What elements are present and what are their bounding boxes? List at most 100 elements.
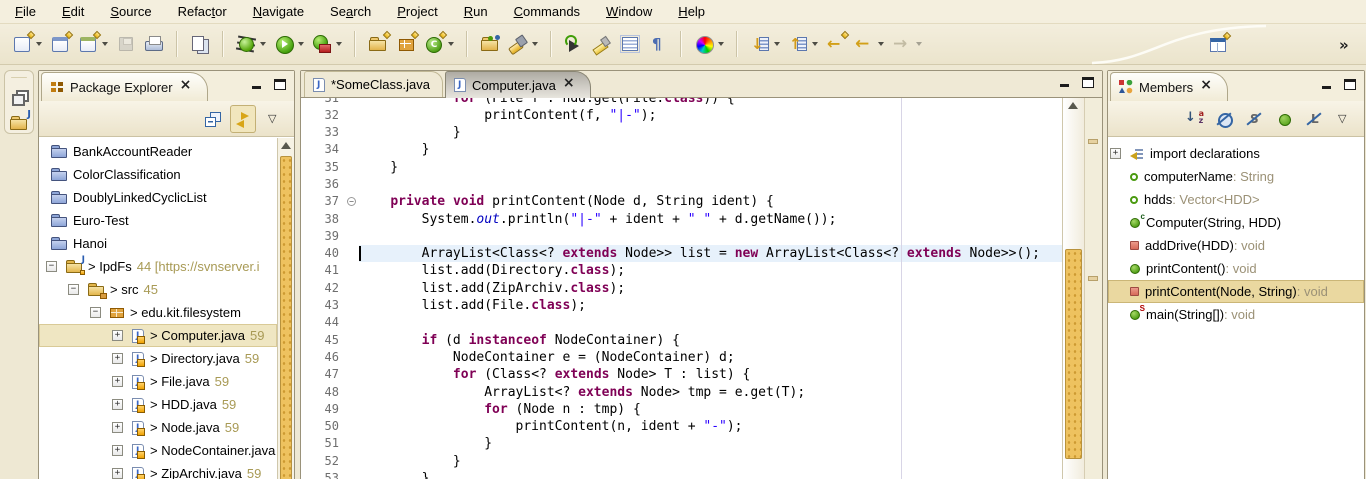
code-line[interactable]: 31 for (File f : hdd.get(File.class)) {: [301, 98, 1062, 107]
minimize-icon[interactable]: [1321, 79, 1333, 90]
sort-button[interactable]: az: [1182, 105, 1206, 133]
menu-window[interactable]: Window: [593, 1, 665, 22]
java-browsing-button[interactable]: J: [5, 113, 33, 133]
code-line[interactable]: 41 list.add(Directory.class);: [301, 262, 1062, 279]
member-item-adddrive-hdd[interactable]: addDrive(HDD) : void: [1108, 234, 1364, 257]
open-type-button[interactable]: [476, 30, 504, 58]
member-item-main-string[interactable]: Smain(String[]) : void: [1108, 303, 1364, 326]
new-view-button[interactable]: [74, 30, 112, 58]
link-with-editor-button[interactable]: [230, 105, 256, 133]
tree-item-file-java[interactable]: +> File.java59: [39, 370, 277, 393]
menu-search[interactable]: Search: [317, 1, 384, 22]
run-last-tool-button[interactable]: [560, 30, 588, 58]
menu-edit[interactable]: Edit: [49, 1, 97, 22]
close-icon[interactable]: [562, 79, 574, 91]
back-button[interactable]: [850, 30, 888, 58]
menu-run[interactable]: Run: [451, 1, 501, 22]
color-palette-button[interactable]: [690, 30, 728, 58]
code-line[interactable]: 44: [301, 314, 1062, 331]
expander-icon[interactable]: −: [68, 284, 79, 295]
debug-button[interactable]: [232, 30, 270, 58]
code-line[interactable]: 39: [301, 228, 1062, 245]
code-line[interactable]: 47 for (Class<? extends Node> T : list) …: [301, 366, 1062, 383]
tree-item-euro-test[interactable]: Euro-Test: [39, 209, 277, 232]
code-line[interactable]: 34 }: [301, 141, 1062, 158]
menu-project[interactable]: Project: [384, 1, 450, 22]
mark-occurrences-button[interactable]: [588, 30, 616, 58]
expander-icon[interactable]: −: [90, 307, 101, 318]
menu-navigate[interactable]: Navigate: [240, 1, 317, 22]
tree-item-directory-java[interactable]: +> Directory.java59: [39, 347, 277, 370]
view-menu-button[interactable]: [1332, 105, 1356, 133]
show-whitespace-button[interactable]: [644, 30, 672, 58]
expander-icon[interactable]: +: [112, 330, 123, 341]
editor-scrollbar[interactable]: [1062, 98, 1084, 479]
save-button[interactable]: [112, 30, 140, 58]
open-perspective-button[interactable]: [1204, 31, 1232, 59]
member-item-hdds[interactable]: hdds : Vector<HDD>: [1108, 188, 1364, 211]
expander-icon[interactable]: +: [112, 353, 123, 364]
code-line[interactable]: 51 }: [301, 435, 1062, 452]
tab-someclass-java[interactable]: *SomeClass.java: [304, 71, 443, 97]
code-line[interactable]: 42 list.add(ZipArchiv.class);: [301, 280, 1062, 297]
tree-item-ipdfs[interactable]: −J> IpdFs44 [https://svnserver.i: [39, 255, 277, 278]
expander-icon[interactable]: −: [46, 261, 57, 272]
tree-item-doublylinkedcycliclist[interactable]: DoublyLinkedCyclicList: [39, 186, 277, 209]
external-tools-button[interactable]: [308, 30, 346, 58]
tree-item-colorclassification[interactable]: ColorClassification: [39, 163, 277, 186]
tree-item-hanoi[interactable]: Hanoi: [39, 232, 277, 255]
hide-fields-button[interactable]: [1212, 105, 1236, 133]
maximize-icon[interactable]: [274, 79, 286, 90]
code-line[interactable]: 53 }: [301, 470, 1062, 479]
code-line[interactable]: 33 }: [301, 124, 1062, 141]
maximize-icon[interactable]: [1344, 79, 1356, 90]
overview-ruler-mark[interactable]: [1088, 276, 1098, 281]
new-java-project-button[interactable]: [364, 30, 392, 58]
scroll-up-icon[interactable]: [1068, 102, 1078, 109]
overview-ruler-mark[interactable]: [1088, 139, 1098, 144]
expander-icon[interactable]: +: [112, 376, 123, 387]
code-line[interactable]: 48 ArrayList<? extends Node> tmp = e.get…: [301, 384, 1062, 401]
show-selected-element-only-button[interactable]: [616, 30, 644, 58]
code-line[interactable]: 32 printContent(f, "|-");: [301, 107, 1062, 124]
last-edit-location-button[interactable]: [822, 30, 850, 58]
forward-button[interactable]: [888, 30, 926, 58]
hide-non-public-button[interactable]: [1272, 105, 1296, 133]
new-wizard-button[interactable]: [8, 30, 46, 58]
search-button[interactable]: [504, 30, 542, 58]
expander-icon[interactable]: +: [112, 445, 123, 456]
menu-help[interactable]: Help: [665, 1, 718, 22]
code-line[interactable]: 50 printContent(n, ident + "-");: [301, 418, 1062, 435]
code-line[interactable]: 43 list.add(File.class);: [301, 297, 1062, 314]
member-item-computer-string-hdd[interactable]: cComputer(String, HDD): [1108, 211, 1364, 234]
close-icon[interactable]: [179, 81, 191, 93]
new-window-button[interactable]: [46, 30, 74, 58]
expander-icon[interactable]: +: [112, 468, 123, 479]
code-line[interactable]: 35 }: [301, 159, 1062, 176]
menu-file[interactable]: File: [2, 1, 49, 22]
expander-icon[interactable]: +: [112, 422, 123, 433]
expander-icon[interactable]: +: [112, 399, 123, 410]
code-line[interactable]: 36: [301, 176, 1062, 193]
overview-ruler[interactable]: [1084, 98, 1102, 479]
members-tab[interactable]: Members: [1110, 72, 1228, 101]
code-line[interactable]: 40 ArrayList<Class<? extends Node>> list…: [301, 245, 1062, 262]
member-item-import-declarations[interactable]: +import declarations: [1108, 142, 1364, 165]
code-line[interactable]: 38 System.out.println("|-" + ident + " "…: [301, 211, 1062, 228]
menu-refactor[interactable]: Refactor: [165, 1, 240, 22]
code-line[interactable]: 49 for (Node n : tmp) {: [301, 401, 1062, 418]
tree-item-hdd-java[interactable]: +> HDD.java59: [39, 393, 277, 416]
tree-item-computer-java[interactable]: +> Computer.java59: [39, 324, 277, 347]
scrollbar-thumb[interactable]: [280, 156, 292, 479]
maximize-icon[interactable]: [1082, 77, 1094, 88]
tree-item-ziparchiv-java[interactable]: +> ZipArchiv.java59: [39, 462, 277, 479]
tree-item-src[interactable]: −> src45: [39, 278, 277, 301]
member-item-computername[interactable]: computerName : String: [1108, 165, 1364, 188]
hide-local-types-button[interactable]: [1302, 105, 1326, 133]
minimize-icon[interactable]: [251, 79, 263, 90]
open-element-button[interactable]: [186, 30, 214, 58]
menu-source[interactable]: Source: [97, 1, 164, 22]
fold-collapse-icon[interactable]: −: [347, 197, 356, 206]
scroll-up-icon[interactable]: [281, 142, 291, 149]
tree-item-nodecontainer-java[interactable]: +> NodeContainer.java: [39, 439, 277, 462]
